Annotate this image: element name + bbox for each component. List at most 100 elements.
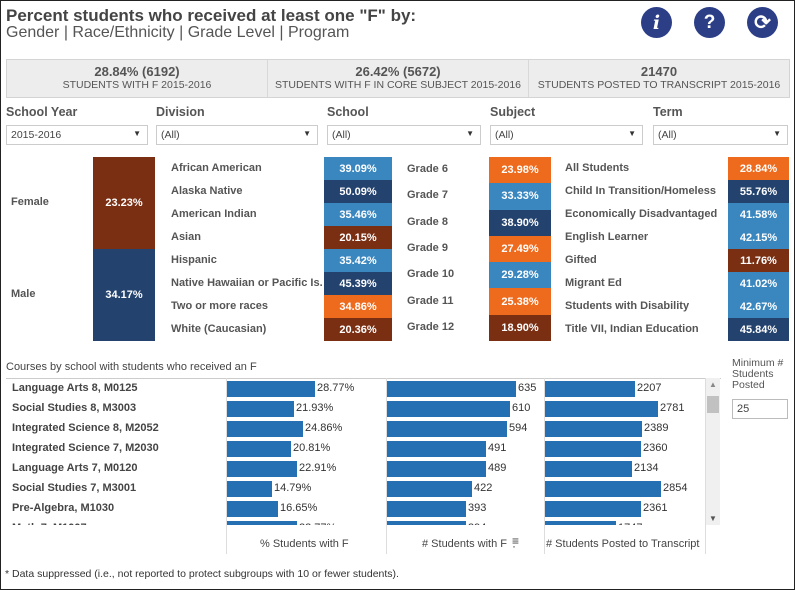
scrollbar-thumb[interactable]	[707, 396, 719, 413]
heatmap-row-label: Alaska Native	[171, 184, 243, 197]
filter-subject: Subject (All) ▼	[490, 105, 643, 145]
bar-mark[interactable]	[386, 521, 466, 525]
school-select[interactable]: (All) ▼	[327, 125, 481, 145]
bar-mark[interactable]	[226, 501, 278, 517]
axis-label-num-students-f[interactable]: # Students with F	[422, 538, 507, 550]
bar-mark[interactable]	[386, 501, 466, 517]
table-row[interactable]: Integrated Science 7, M2030 20.81% 491 2360	[6, 439, 721, 459]
help-icon[interactable]: ?	[694, 7, 725, 38]
heatmap-cell[interactable]: 39.09%	[324, 157, 392, 180]
bar-mark[interactable]	[226, 421, 303, 437]
bar-mark[interactable]	[226, 461, 297, 477]
course-label: Social Studies 8, M3003	[12, 402, 137, 414]
footnote: * Data suppressed (i.e., not reported to…	[5, 568, 399, 580]
kpi-value: 21470	[640, 64, 678, 79]
heatmap-cell[interactable]: 55.76%	[728, 180, 789, 203]
scroll-down-icon[interactable]: ▼	[709, 514, 717, 523]
bar-value-label: 2361	[643, 502, 668, 514]
bar-value-label: 394	[468, 522, 486, 525]
heatmap-cell[interactable]: 41.02%	[728, 272, 789, 295]
bar-mark[interactable]	[226, 521, 297, 525]
scroll-up-icon[interactable]: ▲	[709, 380, 717, 389]
bar-mark[interactable]	[544, 381, 635, 397]
table-row[interactable]: Language Arts 8, M0125 28.77% 635 2207	[6, 379, 721, 399]
heatmap-cell[interactable]: 27.49%	[489, 235, 551, 263]
bar-mark[interactable]	[226, 381, 315, 397]
heatmap-row-label: Title VII, Indian Education	[565, 322, 699, 335]
page-subtitle: Gender | Race/Ethnicity | Grade Level | …	[6, 24, 350, 41]
min-students-input[interactable]	[732, 399, 788, 419]
info-icon[interactable]: i	[641, 7, 672, 38]
bar-mark[interactable]	[386, 421, 507, 437]
heatmap-cell[interactable]: 42.67%	[728, 295, 789, 318]
heatmap-cell[interactable]: 35.42%	[324, 249, 392, 272]
heatmap-row-label: African American	[171, 161, 262, 174]
bar-mark[interactable]	[386, 441, 486, 457]
bar-value-label: 24.86%	[305, 422, 343, 434]
bar-value-label: 2207	[637, 382, 662, 394]
bar-value-label: 2360	[643, 442, 668, 454]
heatmap-cell[interactable]: 23.98%	[489, 157, 551, 184]
refresh-icon[interactable]: ⟳	[747, 7, 778, 38]
sort-icon[interactable]: ≡ ·	[512, 535, 519, 552]
heatmap-cell[interactable]: 20.15%	[324, 226, 392, 249]
heatmap-cell[interactable]: 33.33%	[489, 183, 551, 210]
kpi-students-posted: 21470 STUDENTS POSTED TO TRANSCRIPT 2015…	[529, 60, 789, 97]
chevron-down-icon: ▼	[628, 129, 636, 138]
heatmap-row-label: Native Hawaiian or Pacific Is..	[171, 276, 323, 289]
subject-select[interactable]: (All) ▼	[490, 125, 643, 145]
kpi-value: 26.42% (5672)	[355, 64, 441, 79]
bar-mark[interactable]	[544, 461, 632, 477]
bar-mark[interactable]	[226, 401, 294, 417]
heatmap-cell[interactable]: 20.36%	[324, 318, 392, 341]
bar-mark[interactable]	[544, 401, 658, 417]
table-row[interactable]: Social Studies 8, M3003 21.93% 610 2781	[6, 399, 721, 419]
heatmap-cell[interactable]: 38.90%	[489, 209, 551, 236]
heatmap-cell[interactable]: 34.17%	[93, 249, 155, 341]
school-year-select[interactable]: 2015-2016 ▼	[6, 125, 148, 145]
table-row[interactable]: Language Arts 7, M0120 22.91% 489 2134	[6, 459, 721, 479]
bar-mark[interactable]	[386, 381, 516, 397]
chevron-down-icon: ▼	[773, 129, 781, 138]
heatmap-cell[interactable]: 18.90%	[489, 314, 551, 341]
bar-mark[interactable]	[386, 461, 486, 477]
column-divider	[226, 378, 227, 554]
bar-mark[interactable]	[386, 401, 510, 417]
bar-mark[interactable]	[226, 441, 291, 457]
table-row[interactable]: Math 7, M1007 22.77% 394 1747	[6, 519, 721, 525]
filter-label: Subject	[490, 105, 536, 119]
heatmap-cell[interactable]: 45.39%	[324, 272, 392, 295]
table-row[interactable]: Integrated Science 8, M2052 24.86% 594 2389	[6, 419, 721, 439]
division-select[interactable]: (All) ▼	[156, 125, 318, 145]
bar-mark[interactable]	[544, 421, 642, 437]
term-select[interactable]: (All) ▼	[653, 125, 788, 145]
heatmap-cell[interactable]: 50.09%	[324, 180, 392, 203]
table-row[interactable]: Pre-Algebra, M1030 16.65% 393 2361	[6, 499, 721, 519]
heatmap-cell[interactable]: 42.15%	[728, 226, 789, 249]
bar-mark[interactable]	[386, 481, 472, 497]
heatmap-cell[interactable]: 28.84%	[728, 157, 789, 180]
bar-mark[interactable]	[226, 481, 272, 497]
kpi-value: 28.84% (6192)	[94, 64, 180, 79]
bar-value-label: 2389	[644, 422, 669, 434]
heatmap-cell[interactable]: 41.58%	[728, 203, 789, 226]
heatmap-cell[interactable]: 35.46%	[324, 203, 392, 226]
heatmap-cell[interactable]: 45.84%	[728, 318, 789, 341]
heatmap-cell[interactable]: 34.86%	[324, 295, 392, 318]
course-label: Integrated Science 7, M2030	[12, 442, 159, 454]
heatmap-cell[interactable]: 23.23%	[93, 157, 155, 249]
bar-mark[interactable]	[544, 441, 641, 457]
heatmap-cell[interactable]: 29.28%	[489, 262, 551, 289]
table-scrollbar[interactable]: ▲ ▼	[706, 378, 720, 525]
heatmap-row-label: Hispanic	[171, 253, 217, 266]
heatmap-row-label: Male	[11, 288, 36, 300]
bar-value-label: 14.79%	[274, 482, 312, 494]
heatmap-cell[interactable]: 11.76%	[728, 249, 789, 272]
bar-mark[interactable]	[544, 501, 641, 517]
bar-value-label: 393	[468, 502, 487, 514]
bar-mark[interactable]	[544, 481, 661, 497]
table-row[interactable]: Social Studies 7, M3001 14.79% 422 2854	[6, 479, 721, 499]
select-value: (All)	[332, 129, 351, 141]
heatmap-cell[interactable]: 25.38%	[489, 288, 551, 315]
bar-mark[interactable]	[544, 521, 616, 525]
